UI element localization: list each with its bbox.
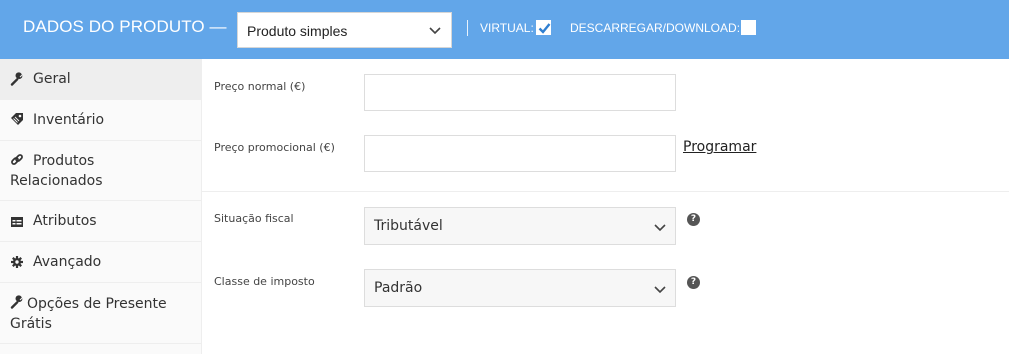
tax-status-select[interactable]: Tributável (364, 207, 676, 245)
table-icon (11, 217, 23, 227)
product-data-header: DADOS DO PRODUTO — Produto simples VIRTU… (0, 0, 1009, 59)
tab-gift-options-label-2: Grátis (10, 316, 52, 332)
tab-gift-options[interactable]: Opções de Presente Grátis (0, 283, 201, 344)
tab-linked-products-label-2: Relacionados (10, 173, 103, 189)
virtual-label: VIRTUAL: (480, 21, 534, 35)
tab-advanced[interactable]: Avançado (0, 242, 201, 283)
schedule-link[interactable]: Programar (683, 139, 756, 155)
tab-general[interactable]: Geral (0, 59, 201, 100)
chevron-down-icon (429, 27, 441, 35)
wrench-icon (10, 295, 23, 309)
chevron-down-icon (654, 286, 666, 294)
header-separator (467, 20, 468, 36)
product-type-select[interactable]: Produto simples (237, 12, 452, 48)
help-icon[interactable]: ? (687, 276, 700, 289)
download-label: DESCARREGAR/DOWNLOAD: (570, 21, 741, 35)
tab-inventory[interactable]: Inventário (0, 100, 201, 141)
tab-attributes[interactable]: Atributos (0, 201, 201, 242)
regular-price-input[interactable] (364, 74, 676, 111)
tag-icon (11, 113, 23, 125)
tab-linked-products[interactable]: Produtos Relacionados (0, 141, 201, 201)
tax-status-value: Tributável (374, 218, 443, 234)
tax-class-select[interactable]: Padrão (364, 269, 676, 307)
product-data-tabs: Geral Inventário Produtos Relacionados A… (0, 59, 202, 354)
product-type-value: Produto simples (247, 23, 348, 39)
panel-title: DADOS DO PRODUTO — (23, 17, 227, 36)
tax-class-value: Padrão (374, 280, 423, 296)
product-data-panel: DADOS DO PRODUTO — Produto simples VIRTU… (0, 0, 1009, 354)
tab-linked-products-label: Produtos (33, 153, 95, 169)
tab-general-label: Geral (33, 71, 71, 87)
gear-icon (11, 256, 23, 268)
chevron-down-icon (654, 224, 666, 232)
help-icon[interactable]: ? (687, 213, 700, 226)
tax-class-label: Classe de imposto (214, 275, 315, 288)
section-divider (202, 191, 1009, 192)
tab-inventory-label: Inventário (33, 112, 105, 128)
link-icon (11, 154, 23, 165)
tab-attributes-label: Atributos (33, 213, 97, 229)
tab-gift-options-label: Opções de Presente (27, 296, 167, 312)
wrench-icon (10, 72, 23, 86)
checkmark-icon (538, 23, 551, 34)
sale-price-label: Preço promocional (€) (214, 141, 335, 154)
download-checkbox[interactable] (741, 20, 756, 35)
regular-price-label: Preço normal (€) (214, 80, 306, 93)
virtual-checkbox[interactable] (536, 20, 551, 35)
tab-advanced-label: Avançado (33, 254, 102, 270)
sale-price-input[interactable] (364, 135, 676, 172)
tax-status-label: Situação fiscal (214, 212, 294, 225)
